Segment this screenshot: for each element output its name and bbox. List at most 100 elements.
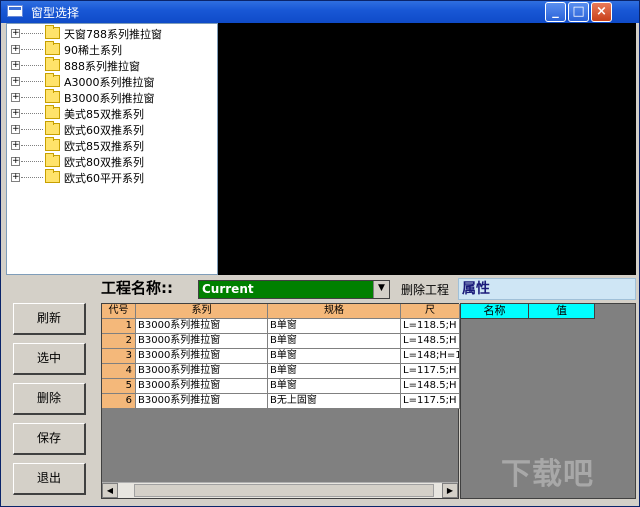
col-header-spec[interactable]: 规格 [268,304,401,319]
table-row[interactable]: 4 B3000系列推拉窗 B单窗 L=117.5;H [102,364,460,379]
chevron-down-icon[interactable]: ▼ [373,281,389,298]
close-icon: × [596,4,607,19]
expand-icon[interactable]: + [11,141,20,150]
row-number[interactable]: 2 [102,334,136,349]
cell-series[interactable]: B3000系列推拉窗 [136,319,268,334]
expand-icon[interactable]: + [11,125,20,134]
grid-header-row: 代号 系列 规格 尺 [102,304,460,319]
cell-series[interactable]: B3000系列推拉窗 [136,394,268,409]
expand-icon[interactable]: + [11,109,20,118]
prop-col-value[interactable]: 值 [529,304,595,319]
refresh-button[interactable]: 刷新 [13,303,86,335]
folder-icon [45,121,60,135]
tree-item[interactable]: + 欧式85双推系列 [7,137,217,153]
expand-icon[interactable]: + [11,93,20,102]
minimize-button[interactable]: _ [545,2,566,22]
maximize-button[interactable]: □ [568,2,589,22]
cell-size[interactable]: L=117.5;H [401,394,460,409]
tree-item[interactable]: + 欧式80双推系列 [7,153,217,169]
tree-item-label: 欧式85双推系列 [64,140,144,153]
folder-icon [45,25,60,39]
tree-item[interactable]: +90稀土系列 [7,41,217,57]
minimize-icon: _ [552,4,559,19]
horizontal-scrollbar[interactable]: ◀ ▶ [102,482,458,498]
tree-item-label: B3000系列推拉窗 [64,92,155,105]
tree-connector [21,113,43,114]
folder-icon [45,89,60,103]
scroll-thumb[interactable] [134,484,434,497]
project-name-label: 工程名称:: [101,279,173,297]
table-row[interactable]: 6 B3000系列推拉窗 B无上固窗 L=117.5;H [102,394,460,409]
tree-connector [21,33,43,34]
tree-connector [21,81,43,82]
tree-connector [21,65,43,66]
window-preview-canvas [218,23,636,275]
cell-spec[interactable]: B无上固窗 [268,394,401,409]
project-select[interactable]: Current ▼ [198,280,390,299]
tree-item-label: 欧式60双推系列 [64,124,144,137]
folder-icon [45,41,60,55]
title-bar[interactable]: 窗型选择 _ □ × [1,1,639,23]
window-list-grid[interactable]: 代号 系列 规格 尺 1 B3000系列推拉窗 B单窗 L=118.5;H 2 B3000… [101,303,460,499]
tree-connector [21,161,43,162]
cell-series[interactable]: B3000系列推拉窗 [136,334,268,349]
row-number[interactable]: 3 [102,349,136,364]
row-number[interactable]: 4 [102,364,136,379]
folder-icon [45,73,60,87]
table-row[interactable]: 5 B3000系列推拉窗 B单窗 L=148.5;H [102,379,460,394]
cell-size[interactable]: L=148.5;H [401,334,460,349]
expand-icon[interactable]: + [11,173,20,182]
expand-icon[interactable]: + [11,77,20,86]
save-button[interactable]: 保存 [13,423,86,455]
cell-series[interactable]: B3000系列推拉窗 [136,379,268,394]
tree-connector [21,97,43,98]
row-number[interactable]: 1 [102,319,136,334]
tree-item[interactable]: + 欧式60平开系列 [7,169,217,185]
cell-size[interactable]: L=118.5;H [401,319,460,334]
folder-icon [45,169,60,183]
row-number[interactable]: 6 [102,394,136,409]
select-button[interactable]: 选中 [13,343,86,375]
tree-item[interactable]: + B3000系列推拉窗 [7,89,217,105]
table-row[interactable]: 3 B3000系列推拉窗 B单窗 L=148;H=1 [102,349,460,364]
table-row[interactable]: 2 B3000系列推拉窗 B单窗 L=148.5;H [102,334,460,349]
watermark-logo: 下载吧 [501,457,594,492]
expand-icon[interactable]: + [11,157,20,166]
tree-item[interactable]: + A3000系列推拉窗 [7,73,217,89]
prop-col-name[interactable]: 名称 [461,304,529,319]
close-button[interactable]: × [591,2,612,22]
scroll-right-button[interactable]: ▶ [442,483,458,498]
exit-button[interactable]: 退出 [13,463,86,495]
tree-item[interactable]: + 欧式60双推系列 [7,121,217,137]
col-header-series[interactable]: 系列 [136,304,268,319]
col-header-size[interactable]: 尺 [401,304,460,319]
cell-series[interactable]: B3000系列推拉窗 [136,349,268,364]
window-title: 窗型选择 [31,6,80,20]
row-number[interactable]: 5 [102,379,136,394]
expand-icon[interactable]: + [11,45,20,54]
expand-icon[interactable]: + [11,29,20,38]
cell-spec[interactable]: B单窗 [268,379,401,394]
cell-spec[interactable]: B单窗 [268,319,401,334]
cell-spec[interactable]: B单窗 [268,334,401,349]
folder-icon [45,153,60,167]
expand-icon[interactable]: + [11,61,20,70]
delete-button[interactable]: 删除 [13,383,86,415]
window-series-tree[interactable]: + 天窗788系列推拉窗 +90稀土系列 +888系列推拉窗 + A3000系列推拉窗 + B… [6,23,218,275]
tree-item[interactable]: +888系列推拉窗 [7,57,217,73]
tree-item[interactable]: + 美式85双推系列 [7,105,217,121]
table-row[interactable]: 1 B3000系列推拉窗 B单窗 L=118.5;H [102,319,460,334]
cell-size[interactable]: L=148;H=1 [401,349,460,364]
cell-spec[interactable]: B单窗 [268,349,401,364]
cell-size[interactable]: L=117.5;H [401,364,460,379]
cell-spec[interactable]: B单窗 [268,364,401,379]
delete-project-button[interactable]: 删除工程 [401,281,449,298]
scroll-left-button[interactable]: ◀ [102,483,118,498]
properties-title: 属性 [458,278,636,300]
col-header-code[interactable]: 代号 [102,304,136,319]
cell-size[interactable]: L=148.5;H [401,379,460,394]
cell-series[interactable]: B3000系列推拉窗 [136,364,268,379]
tree-connector [21,145,43,146]
tree-item[interactable]: + 天窗788系列推拉窗 [7,25,217,41]
tree-item-label: 90稀土系列 [64,44,122,57]
